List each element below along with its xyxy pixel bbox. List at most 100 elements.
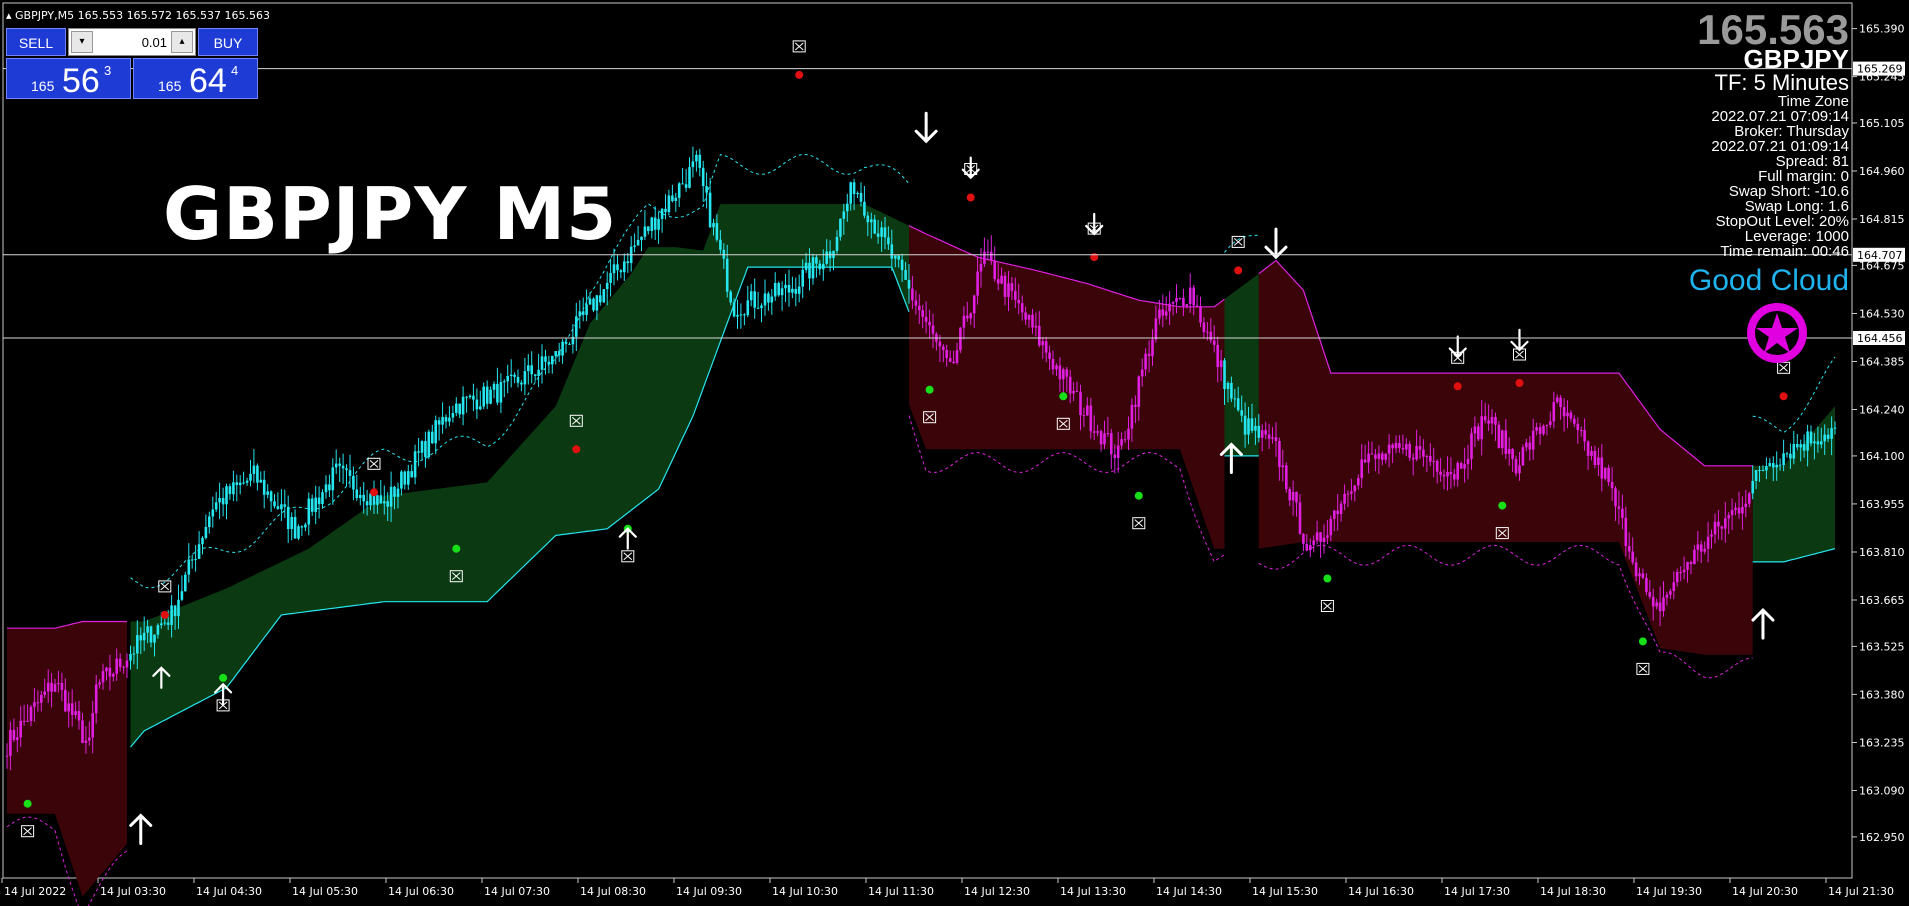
candle-body (959, 327, 962, 351)
candle-body (242, 482, 245, 484)
candle-body (1751, 481, 1754, 494)
candle-body (691, 161, 695, 168)
candle-body (612, 264, 616, 274)
candle-body (16, 737, 19, 740)
candle-body (1086, 405, 1089, 416)
candle-body (328, 484, 331, 491)
bull-upper-dashed-line (1224, 234, 1259, 253)
candle-body (1285, 465, 1288, 490)
candle-body (232, 482, 235, 495)
candle-body (1593, 451, 1597, 465)
candle-body (91, 713, 94, 738)
swing-high-dot (370, 488, 378, 497)
ohlc-values: 165.553 165.572 165.537 165.563 (77, 9, 271, 22)
candle-body (334, 463, 338, 468)
candle-body (105, 667, 108, 672)
candle-body (1192, 287, 1195, 306)
ask-quote-button[interactable]: 165 64 4 (133, 58, 258, 100)
candle-body (417, 451, 420, 453)
candle-body (990, 251, 993, 261)
candle-body (924, 316, 928, 322)
candle-body (1559, 397, 1562, 407)
sell-button[interactable]: SELL (6, 28, 66, 56)
candle-body (1003, 275, 1007, 297)
candle-body (1775, 464, 1778, 468)
ask-big: 64 (189, 62, 227, 100)
candle-body (784, 284, 787, 289)
candle-body (290, 517, 293, 529)
candle-body (1353, 485, 1357, 492)
candle-body (777, 283, 780, 296)
candle-body (1007, 283, 1010, 297)
candle-body (1171, 302, 1175, 304)
candle-body (352, 475, 355, 490)
x-tick-label: 14 Jul 11:30 (868, 885, 934, 898)
candle-body (482, 386, 485, 407)
candle-body (1528, 442, 1532, 450)
candle-body (180, 591, 184, 600)
candle-body (1164, 311, 1168, 316)
candle-body (770, 296, 774, 303)
lot-decrease-button[interactable]: ▾ (71, 31, 93, 53)
candle-body (530, 365, 533, 375)
candle-body (1041, 341, 1045, 346)
candle-body (1621, 508, 1624, 518)
candle-body (142, 632, 146, 641)
bid-quote-button[interactable]: 165 56 3 (6, 58, 131, 100)
candle-body (355, 489, 359, 498)
candle-body (1247, 418, 1250, 435)
candle-body (1765, 466, 1768, 471)
sell-arrow-icon (914, 111, 938, 144)
candle-body (386, 501, 389, 507)
candle-body (122, 666, 125, 668)
candle-body (743, 314, 746, 316)
swing-box-cross (160, 582, 170, 591)
candle-body (1415, 446, 1418, 460)
swing-low-dot (219, 673, 228, 682)
swing-high-dot (795, 70, 804, 79)
candle-body (1627, 546, 1631, 552)
candle-body (448, 417, 451, 422)
candle-body (403, 471, 407, 485)
y-tick-label: 165.105 (1859, 117, 1905, 130)
candle-body (794, 288, 798, 294)
candle-body (516, 376, 520, 383)
candle-body (533, 374, 537, 376)
candle-body (1044, 341, 1048, 353)
candle-body (1010, 283, 1014, 291)
candle-body (146, 626, 149, 633)
candle-body (431, 431, 434, 444)
candle-body (972, 295, 976, 314)
candle-body (787, 284, 791, 293)
candle-body (1706, 536, 1710, 549)
swing-box-cross (1323, 602, 1332, 610)
candle-body (619, 270, 623, 273)
candle-body (983, 251, 986, 264)
candle-body (1305, 543, 1309, 551)
candle-body (715, 223, 719, 240)
lot-value[interactable]: 0.01 (142, 35, 167, 50)
candle-body (1748, 493, 1751, 504)
lot-size-input[interactable]: ▾ 0.01 ▴ (68, 28, 196, 56)
candle-body (1219, 360, 1223, 367)
candle-body (657, 218, 660, 230)
candle-body (1065, 369, 1069, 377)
buy-button[interactable]: BUY (198, 28, 258, 56)
swing-high-dot (1779, 392, 1788, 401)
candle-body (40, 694, 43, 703)
candle-body (791, 288, 794, 293)
candle-body (592, 298, 595, 311)
candle-body (993, 260, 996, 280)
y-tick-label: 163.810 (1859, 546, 1905, 559)
candle-body (1302, 533, 1305, 544)
candle-body (1360, 459, 1363, 479)
candle-body (527, 365, 530, 372)
candle-body (1562, 407, 1566, 417)
candle-body (894, 255, 897, 259)
candle-body (5, 755, 9, 757)
sell-arrow-icon (1264, 227, 1288, 260)
candle-body (1590, 451, 1593, 456)
lot-increase-button[interactable]: ▴ (171, 31, 193, 53)
candle-body (1806, 431, 1809, 451)
candle-body (410, 471, 413, 478)
